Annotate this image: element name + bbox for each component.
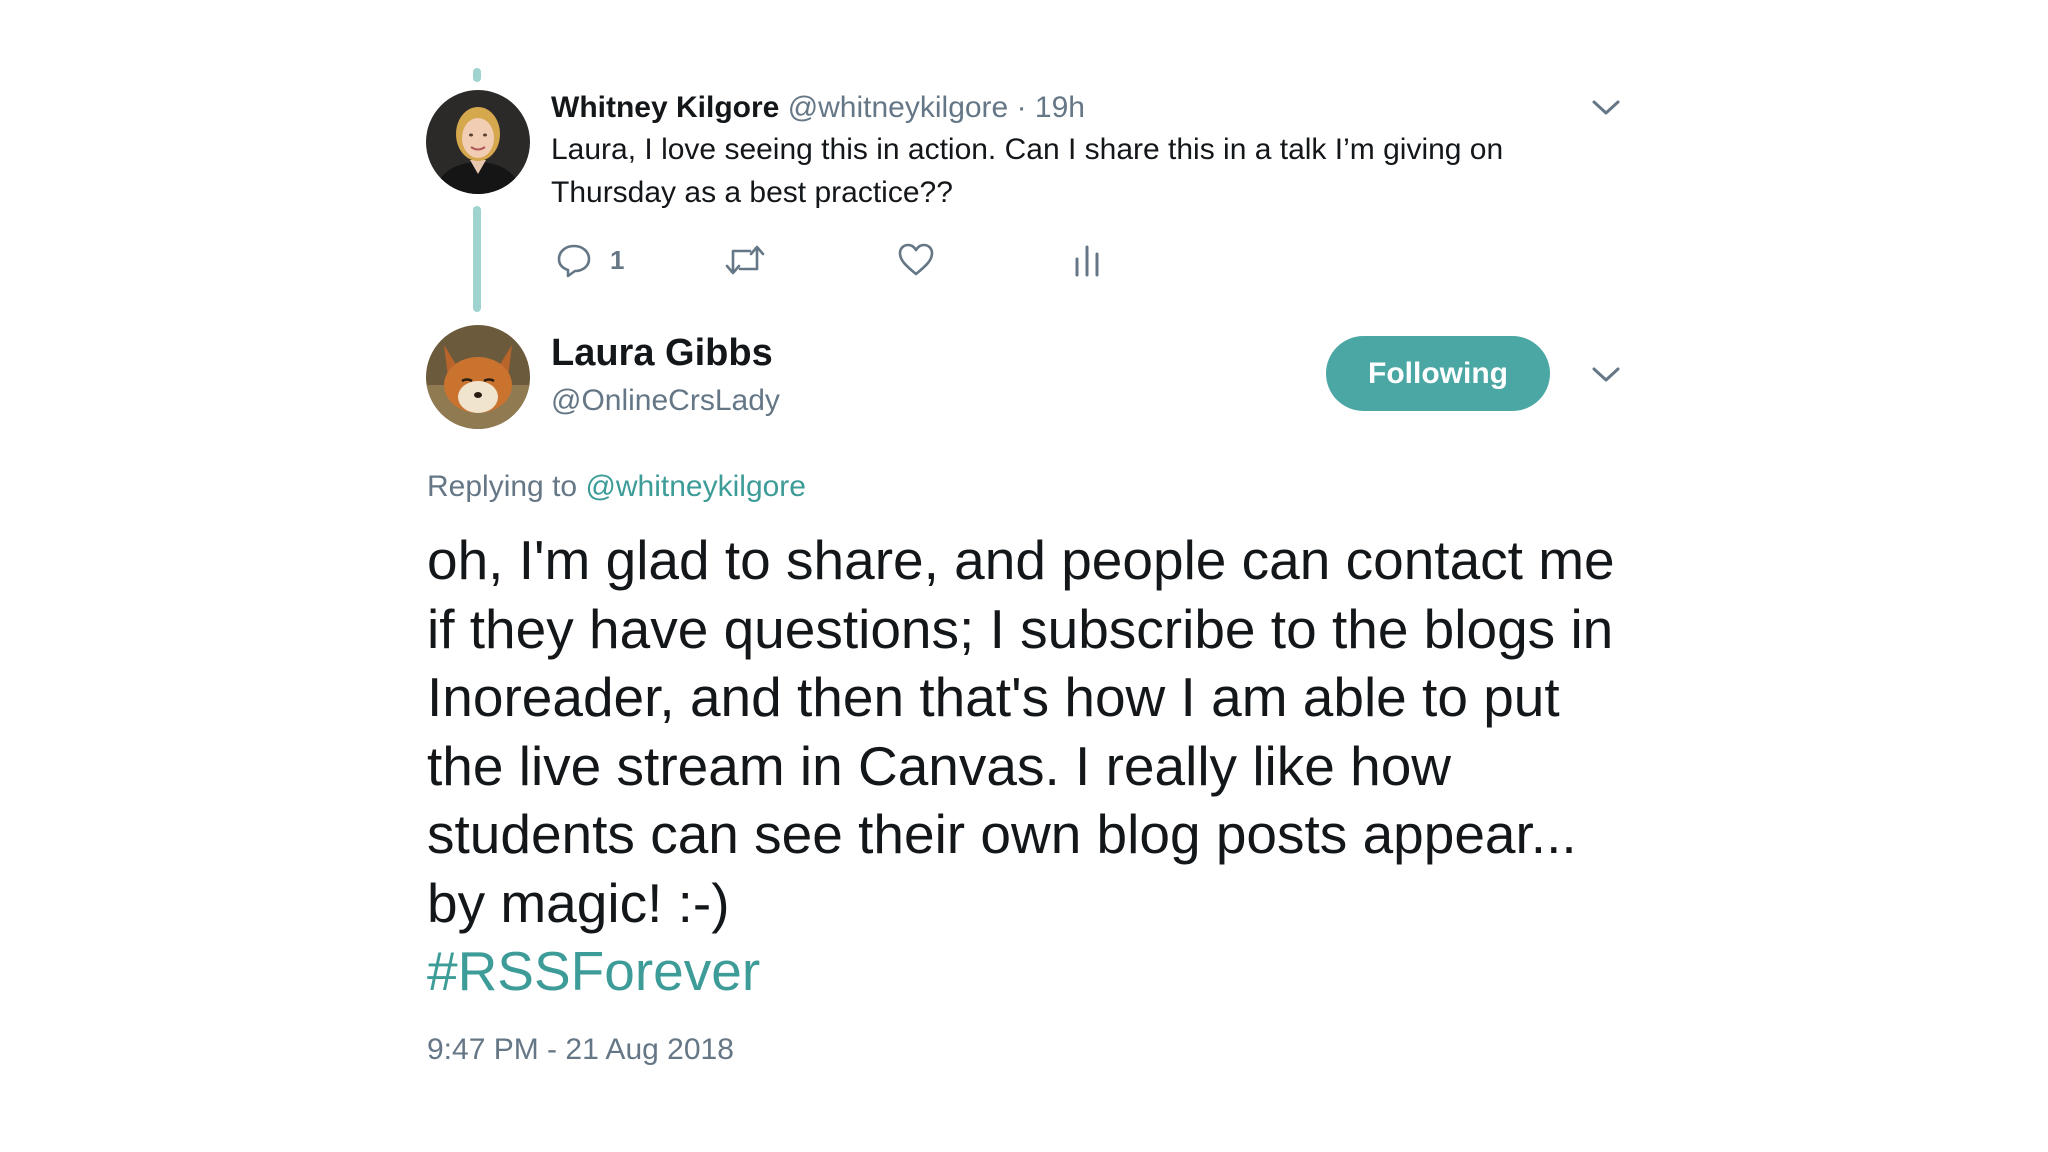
reply-tweet-text: oh, I'm glad to share, and people can co… <box>427 529 1615 934</box>
reply-author-handle[interactable]: @OnlineCrsLady <box>551 381 780 421</box>
heart-icon <box>898 243 934 276</box>
parent-tweet-header: Whitney Kilgore @whitneykilgore · 19h <box>551 88 1085 128</box>
analytics-button[interactable] <box>1072 240 1102 280</box>
avatar-laura[interactable] <box>426 325 530 429</box>
thread-connector-bottom <box>473 206 481 312</box>
reply-count: 1 <box>610 244 625 275</box>
avatar-laura-image <box>426 325 530 429</box>
parent-tweet-text: Laura, I love seeing this in action. Can… <box>551 133 1504 209</box>
thread-connector-top <box>473 68 481 82</box>
retweet-button[interactable] <box>724 240 766 280</box>
reply-icon <box>557 244 591 278</box>
reply-author-name[interactable]: Laura Gibbs <box>551 330 773 376</box>
avatar-whitney[interactable] <box>426 90 530 194</box>
replying-to-line: Replying to @whitneykilgore <box>427 467 806 507</box>
hashtag-link[interactable]: #RSSForever <box>427 940 760 1002</box>
parent-separator: · <box>1016 91 1027 124</box>
parent-author-name[interactable]: Whitney Kilgore <box>551 91 779 124</box>
parent-author-handle[interactable]: @whitneykilgore <box>788 91 1009 124</box>
like-button[interactable] <box>897 240 935 280</box>
replying-to-prefix: Replying to <box>427 470 578 503</box>
replying-to-link[interactable]: @whitneykilgore <box>585 470 806 503</box>
analytics-icon <box>1075 245 1099 277</box>
reply-tweet-body: oh, I'm glad to share, and people can co… <box>427 526 1627 1006</box>
following-button[interactable]: Following <box>1326 336 1550 411</box>
tweet-timestamp[interactable]: 9:47 PM - 21 Aug 2018 <box>427 1030 734 1070</box>
parent-tweet-menu-button[interactable] <box>1590 98 1622 118</box>
chevron-down-icon <box>1592 100 1620 115</box>
retweet-icon <box>725 245 765 275</box>
parent-tweet-time[interactable]: 19h <box>1035 91 1085 124</box>
chevron-down-icon <box>1592 367 1620 382</box>
reply-tweet-menu-button[interactable] <box>1590 365 1622 385</box>
reply-button[interactable]: 1 <box>556 240 624 280</box>
avatar-whitney-image <box>426 90 530 194</box>
tweet-thread: Whitney Kilgore @whitneykilgore · 19h La… <box>0 0 2048 1152</box>
